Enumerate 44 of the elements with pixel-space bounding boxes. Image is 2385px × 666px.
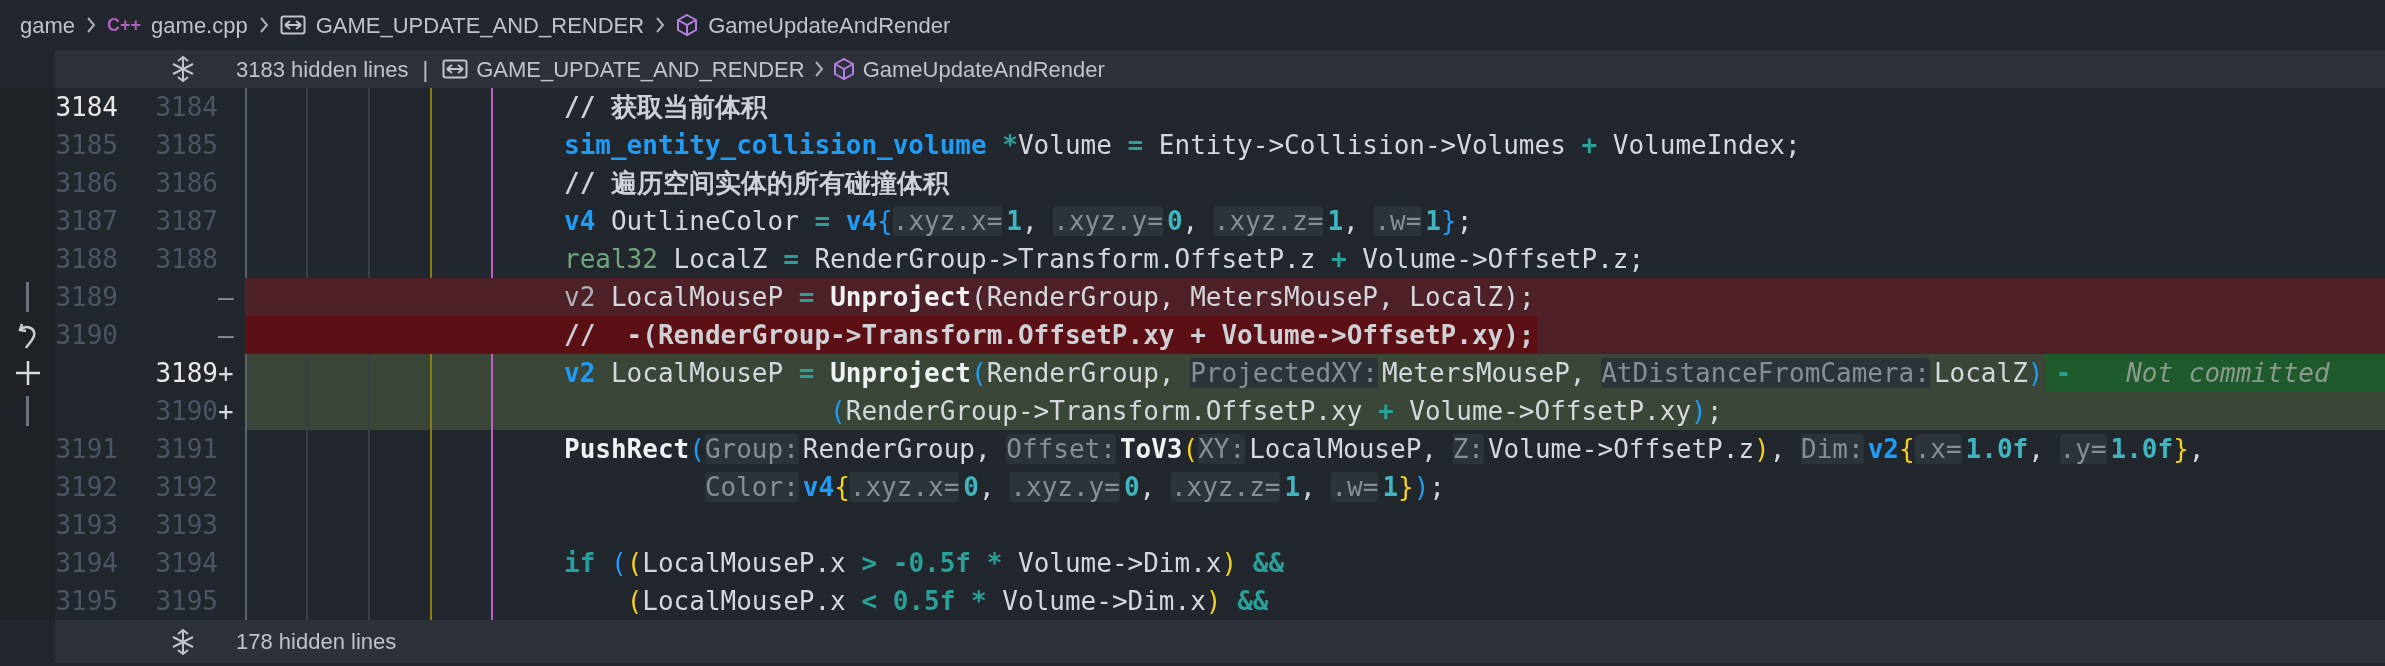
change-bar-icon — [26, 396, 29, 426]
code-line: (LocalMouseP.x < 0.5f * Volume->Dim.x) && — [625, 585, 1269, 618]
breadcrumb-item[interactable]: GAME_UPDATE_AND_RENDER — [476, 52, 805, 86]
chevron-icon — [812, 59, 825, 79]
unfold-icon — [170, 55, 196, 83]
code-line: // 遍历空间实体的所有碰撞体积 — [564, 167, 949, 200]
line-number: 3184 — [55, 92, 118, 122]
fold-bar[interactable]: 3183 hidden lines | GAME_UPDATE_AND_RENDER GameUpdateAndRender — [55, 50, 2385, 88]
blame-annotation: - Not committed — [2045, 354, 2385, 392]
cube-icon — [676, 13, 699, 37]
code-line: sim_entity_collision_volume *Volume = Entity->Collision->Volumes + VolumeIndex; — [564, 129, 1801, 162]
hidden-lines-label: 3183 hidden lines — [236, 55, 409, 84]
breadcrumb-item[interactable]: game — [20, 8, 76, 42]
diff-sign: + — [218, 395, 234, 428]
code-line: // -(RenderGroup->Transform.OffsetP.xy + Volume->OffsetP.xy); — [564, 319, 1535, 352]
diff-sign: — — [218, 319, 234, 352]
breadcrumb-item[interactable]: GameUpdateAndRender — [708, 8, 951, 42]
chevron-icon — [257, 15, 270, 35]
hidden-lines-label: 178 hidden lines — [236, 628, 397, 656]
code-line: PushRect(Group:RenderGroup, Offset:ToV3(XY:LocalMouseP, Z:Volume->OffsetP.z), Dim:v2{.x=1.0f, .y=1.0f}, — [564, 433, 2205, 466]
chevron-icon — [85, 15, 98, 35]
cube-icon — [832, 57, 855, 81]
code-line: v2 LocalMouseP = Unproject(RenderGroup, ProjectedXY:MetersMouseP, AtDistanceFromCamera:LocalZ) — [564, 357, 2044, 390]
breadcrumb-item[interactable]: GameUpdateAndRender — [862, 52, 1105, 86]
macro-icon — [442, 59, 469, 79]
language-label: C++ — [107, 13, 142, 37]
unfold-icon — [170, 627, 196, 656]
change-bar-icon — [26, 282, 29, 312]
fold-bar[interactable]: 178 hidden lines — [55, 620, 2385, 663]
code-line: Color:v4{.xyz.x=0, .xyz.y=0, .xyz.z=1, .w=1}); — [703, 471, 1445, 504]
diff-sign: — — [218, 281, 234, 314]
breadcrumb-item[interactable]: game.cpp — [151, 8, 248, 42]
code-line: (RenderGroup->Transform.OffsetP.xy + Volume->OffsetP.xy); — [829, 395, 1723, 428]
code-line: // 获取当前体积 — [564, 91, 767, 124]
separator: | — [422, 55, 429, 84]
diff-sign: + — [218, 357, 234, 390]
code-line: if ((LocalMouseP.x > -0.5f * Volume->Dim.x) && — [564, 547, 1285, 580]
code-line: v2 LocalMouseP = Unproject(RenderGroup, MetersMouseP, LocalZ); — [564, 281, 1535, 314]
chevron-icon — [654, 15, 667, 35]
code-line: real32 LocalZ = RenderGroup->Transform.OffsetP.z + Volume->OffsetP.z; — [564, 243, 1645, 276]
breadcrumb-item[interactable]: GAME_UPDATE_AND_RENDER — [315, 8, 645, 42]
code-line: v4 OutlineColor = v4{.xyz.x=1, .xyz.y=0, .xyz.z=1, .w=1}; — [564, 205, 1473, 238]
macro-icon — [279, 15, 306, 35]
line-number: 3189 — [155, 358, 218, 388]
